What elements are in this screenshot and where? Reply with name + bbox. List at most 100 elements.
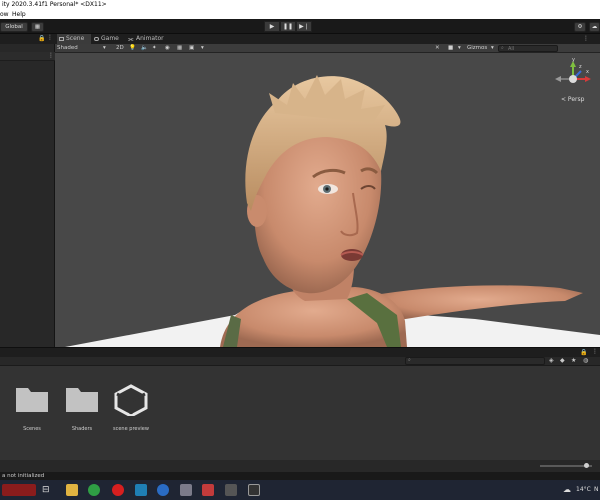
- pause-button[interactable]: ❚❚: [280, 21, 296, 32]
- left-pupil: [325, 187, 329, 191]
- chrome-icon[interactable]: [88, 484, 100, 496]
- search-icon: ⌕: [501, 45, 504, 51]
- project-toolbar: ⌕ ◈ ◆ ★ ◍: [0, 357, 600, 366]
- animator-icon: ⫘: [128, 36, 134, 43]
- unity-hub-icon[interactable]: [225, 484, 237, 496]
- project-footer: [0, 460, 600, 472]
- account-button[interactable]: ☁: [589, 22, 600, 32]
- row-menu-icon[interactable]: ⋮: [48, 52, 54, 59]
- slider-handle[interactable]: [584, 463, 589, 468]
- app-m-icon[interactable]: [135, 484, 147, 496]
- scene-search-input[interactable]: ⌕ All: [498, 45, 558, 52]
- gear-icon: ⚙: [577, 24, 583, 30]
- more-menu-icon[interactable]: ⋮: [592, 348, 598, 355]
- lock-icon[interactable]: 🔒: [580, 349, 587, 356]
- hierarchy-row[interactable]: ⋮: [0, 52, 55, 61]
- lock-icon[interactable]: 🔒: [38, 35, 45, 42]
- hierarchy-panel: 🔒 ⋮ ⋮: [0, 34, 55, 347]
- toggle-2d-button[interactable]: 2D: [116, 44, 124, 53]
- window-title: ity 2020.3.41f1 Personal* <DX11>: [2, 1, 107, 8]
- unity-logo-icon: [114, 384, 148, 418]
- play-icon: ▶: [269, 23, 275, 30]
- app-window-icon[interactable]: [180, 484, 192, 496]
- chevron-down-icon: ▾: [103, 45, 106, 51]
- asset-item[interactable]: scene preview: [111, 384, 151, 432]
- tab-game-label: Game: [101, 35, 119, 42]
- gamepad-icon: [94, 37, 99, 41]
- star-icon[interactable]: ★: [571, 357, 576, 364]
- camera-icon[interactable]: ■: [448, 44, 453, 53]
- archive-icon[interactable]: [202, 484, 214, 496]
- more-menu-icon[interactable]: ⋮: [47, 34, 53, 41]
- scene-camera-icon[interactable]: ▣: [189, 44, 194, 53]
- settings-button[interactable]: ⚙: [574, 22, 586, 32]
- project-search-input[interactable]: ⌕: [405, 357, 545, 365]
- orientation-gizmo[interactable]: y x z: [555, 57, 591, 97]
- asset-label: scene preview: [113, 426, 149, 432]
- search-placeholder: All: [508, 46, 515, 52]
- tools-icon[interactable]: ✕: [435, 44, 440, 53]
- scene-viewport[interactable]: y x z < Persp: [55, 53, 600, 347]
- tab-game[interactable]: Game: [92, 34, 124, 44]
- chevron-down-icon: ▾: [458, 45, 461, 51]
- scene-render: [65, 75, 600, 347]
- play-button[interactable]: ▶: [264, 21, 280, 32]
- menu-item-window[interactable]: ow: [0, 10, 9, 19]
- tab-animator[interactable]: ⫘ Animator: [127, 34, 169, 44]
- lighting-toggle-icon[interactable]: 💡: [129, 44, 136, 53]
- pause-icon: ❚❚: [282, 23, 294, 30]
- status-bar: a not initialized: [0, 472, 600, 480]
- axis-gizmo-icon: [555, 61, 591, 83]
- chevron-down-icon: ▾: [491, 45, 494, 51]
- task-view-icon[interactable]: ⊟: [42, 484, 54, 496]
- scene-tab-icon: [59, 37, 64, 41]
- grid-toggle-icon[interactable]: ▦: [177, 44, 182, 53]
- scene-toolbar: Shaded ▾ 2D 💡 🔈 ✦ ◉ ▦ ▣ ▾ ✕ ■ ▾ Gizmos ▾…: [55, 44, 600, 53]
- folder-icon: [66, 388, 98, 412]
- step-button[interactable]: ▶❘: [296, 21, 312, 32]
- os-taskbar: ⊟ ☁ 14°C N: [0, 480, 600, 500]
- audio-toggle-icon[interactable]: 🔈: [141, 44, 148, 53]
- file-explorer-icon[interactable]: [66, 484, 78, 496]
- temperature-label[interactable]: 14°C: [576, 486, 591, 493]
- grid-snap-button[interactable]: ▦: [31, 22, 44, 32]
- unity-editor-icon[interactable]: [248, 484, 260, 496]
- asset-item[interactable]: Scenes: [12, 384, 52, 432]
- cloud-icon: ☁: [591, 24, 598, 30]
- projection-label[interactable]: < Persp: [561, 96, 584, 103]
- effects-toggle-icon[interactable]: ✦: [152, 44, 157, 53]
- project-assets-view: Scenes Shaders scene preview: [0, 366, 600, 460]
- arm: [375, 285, 583, 321]
- more-menu-icon[interactable]: ⋮: [583, 35, 589, 42]
- search-icon: ⌕: [408, 357, 411, 363]
- menu-bar: ow Help: [0, 10, 600, 19]
- status-message: a not initialized: [2, 473, 45, 479]
- project-tab-bar: 🔒 ⋮: [0, 347, 600, 357]
- taskbar-thumbnail[interactable]: [2, 484, 36, 496]
- axis-label-z: z: [579, 64, 582, 70]
- step-icon: ▶❘: [299, 23, 309, 30]
- filter-label-icon[interactable]: ◆: [560, 357, 565, 364]
- icon-size-slider[interactable]: [540, 463, 592, 468]
- asset-item[interactable]: Shaders: [62, 384, 102, 432]
- app-c-icon[interactable]: [157, 484, 169, 496]
- menu-item-help[interactable]: Help: [12, 10, 26, 19]
- global-label: Global: [5, 24, 23, 30]
- weather-icon: ☁: [563, 485, 571, 494]
- scene-tab-bar: Scene Game ⫘ Animator ⋮: [55, 34, 600, 44]
- main-toolbar: Global ▦ ▶ ❚❚ ▶❘ ⚙ ☁: [0, 19, 600, 34]
- opera-icon[interactable]: [112, 484, 124, 496]
- shading-mode-dropdown[interactable]: Shaded: [57, 44, 78, 53]
- play-controls: ▶ ❚❚ ▶❘: [264, 21, 314, 32]
- axis-label-x: x: [586, 69, 589, 75]
- gizmos-dropdown[interactable]: Gizmos: [467, 44, 487, 53]
- axis-label-y: y: [572, 57, 575, 63]
- tab-scene[interactable]: Scene: [57, 34, 91, 44]
- hidden-packages-icon[interactable]: ◍: [583, 357, 588, 364]
- filter-type-icon[interactable]: ◈: [549, 357, 554, 364]
- chevron-down-icon: ▾: [201, 45, 204, 51]
- clock-label[interactable]: N: [594, 486, 599, 493]
- hidden-objects-icon[interactable]: ◉: [165, 44, 170, 53]
- global-toggle-button[interactable]: Global: [0, 22, 28, 32]
- hierarchy-header: 🔒 ⋮: [0, 34, 55, 44]
